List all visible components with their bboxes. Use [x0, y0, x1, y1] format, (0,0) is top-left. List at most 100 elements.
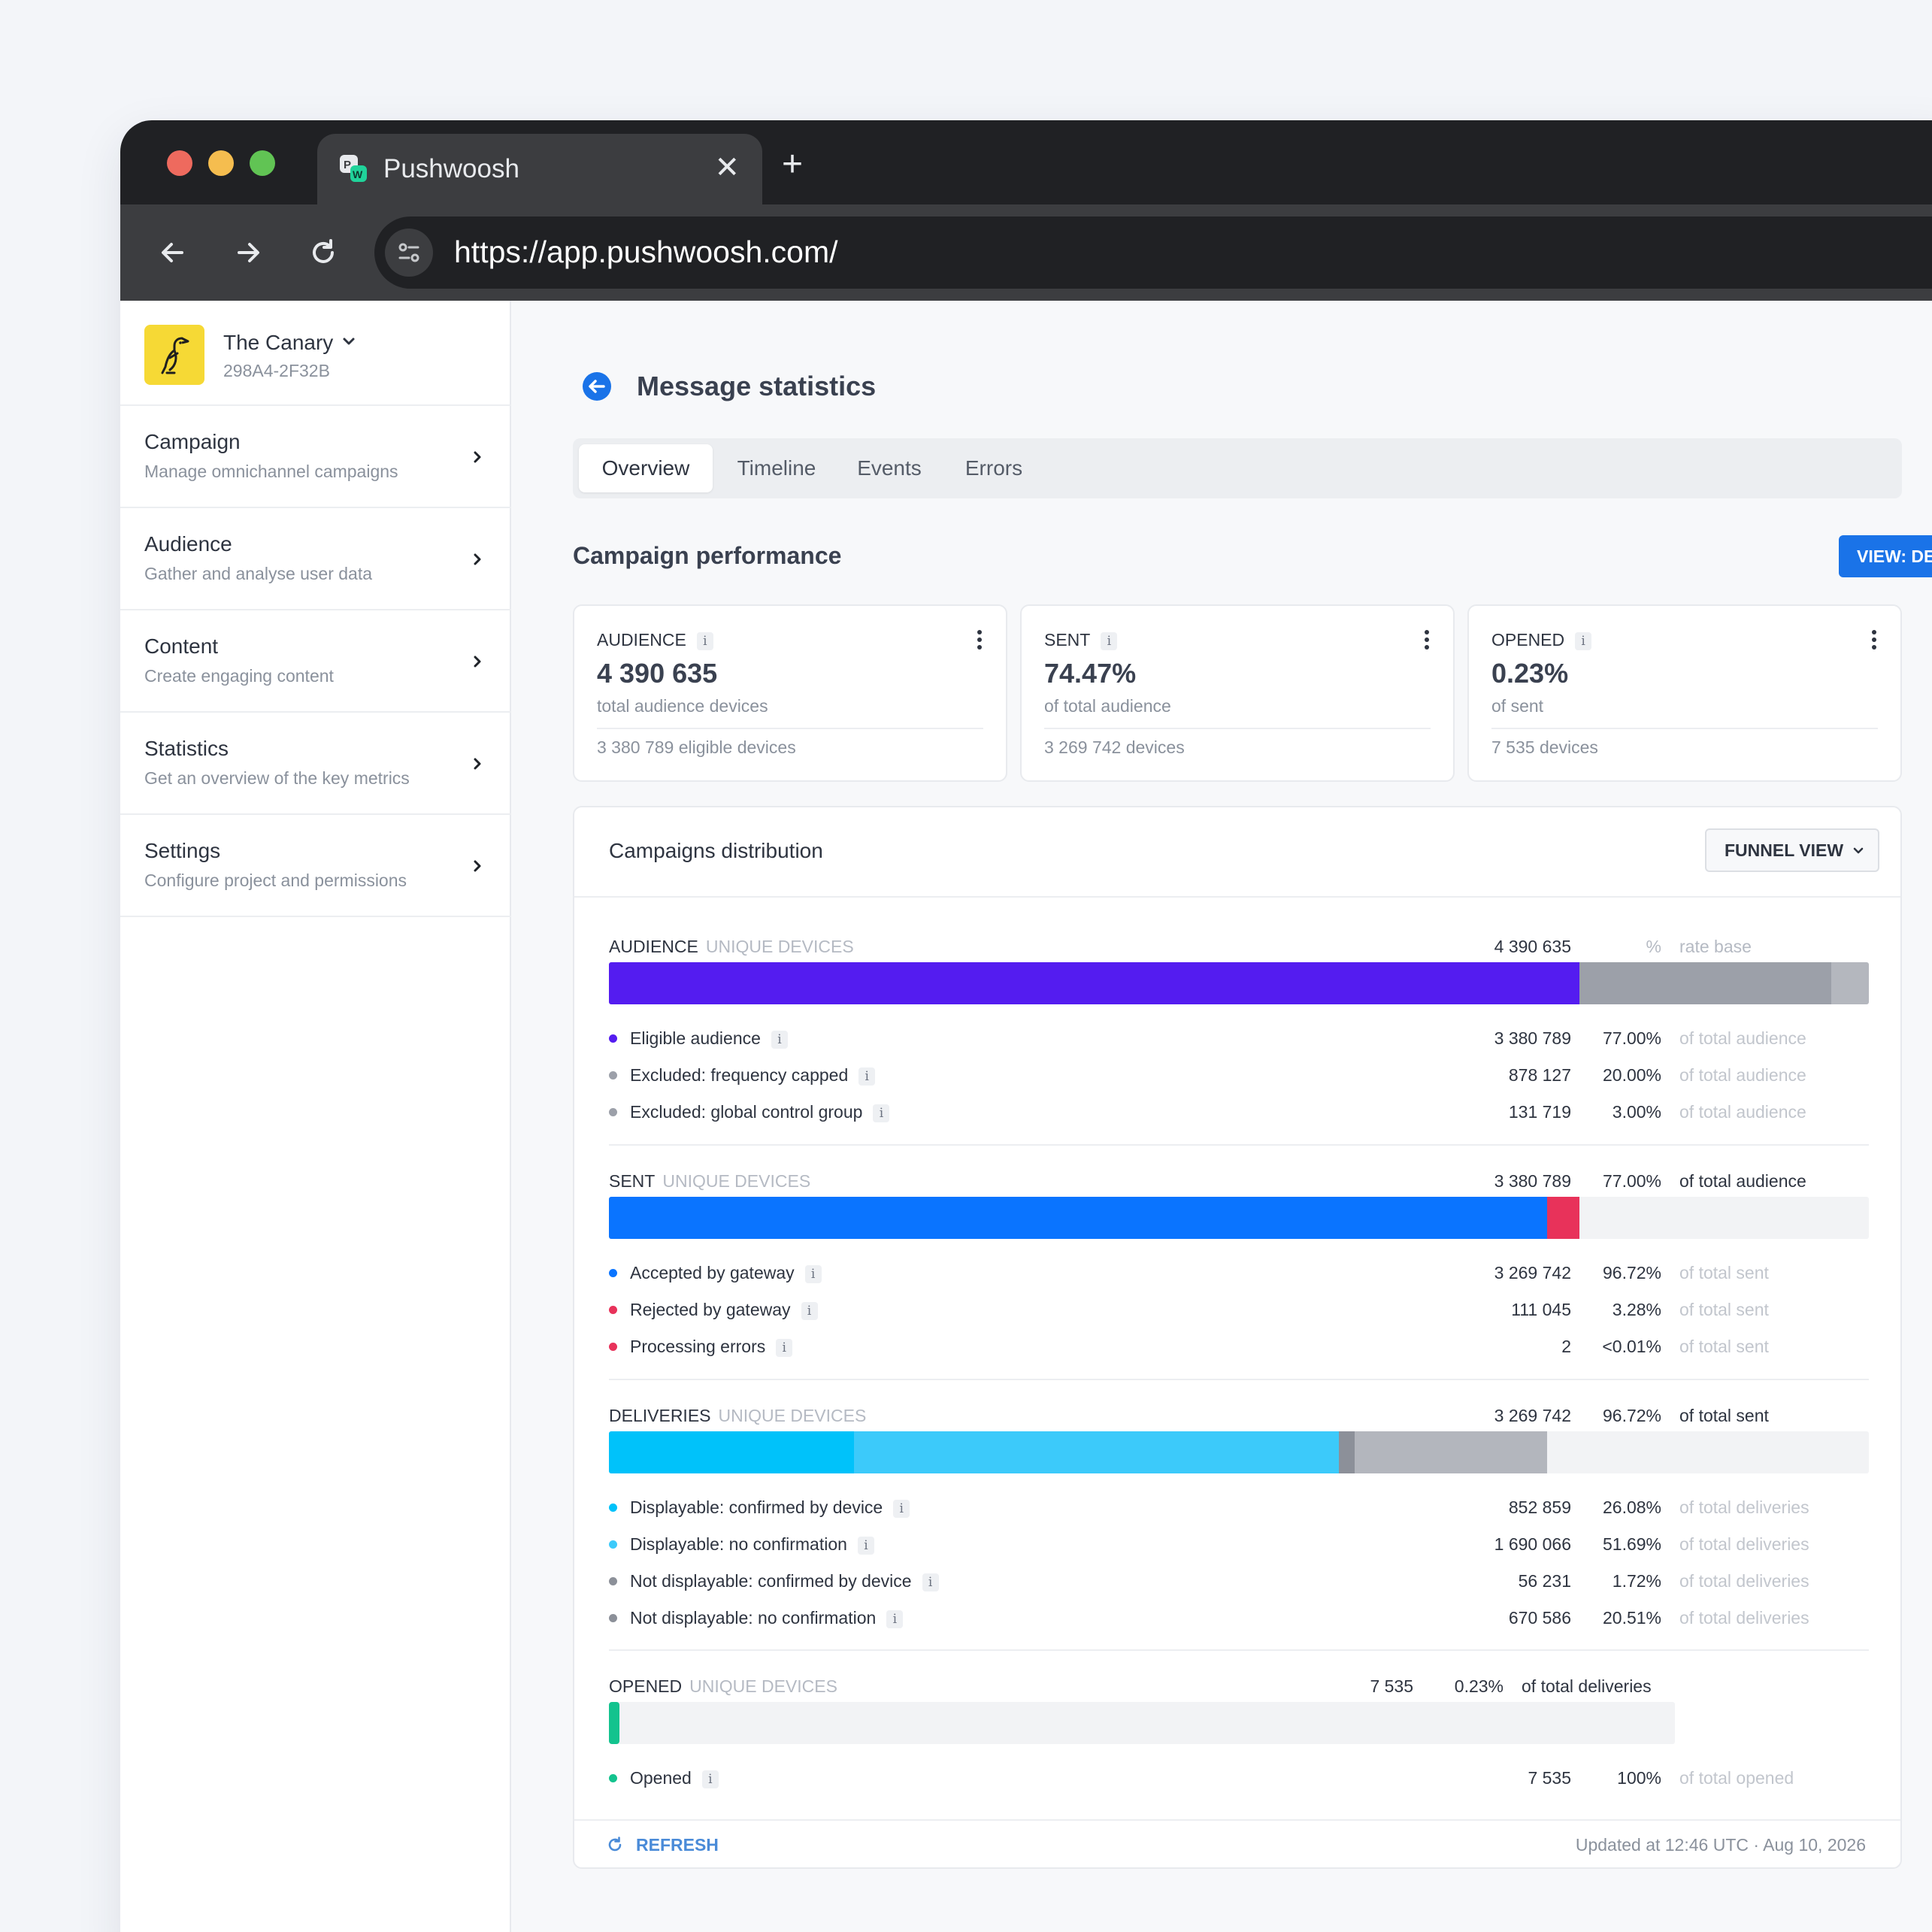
sidebar: The Canary 298A4-2F32B Campaign Manage o… — [120, 301, 511, 1932]
bar-segment-rejected — [1547, 1197, 1579, 1239]
new-tab-button[interactable]: + — [782, 146, 803, 183]
info-icon[interactable]: i — [804, 1264, 822, 1283]
more-vertical-icon[interactable] — [976, 628, 983, 651]
info-icon[interactable]: i — [1575, 631, 1592, 650]
legend-dot — [609, 1614, 617, 1622]
legend-value: 1 690 066 — [1494, 1534, 1571, 1554]
bar-segment-accepted — [609, 1197, 1548, 1239]
window-close-button[interactable] — [167, 150, 192, 176]
info-icon[interactable]: i — [701, 1770, 719, 1788]
legend-dot — [609, 1269, 617, 1277]
legend-label: Rejected by gateway i — [630, 1298, 818, 1321]
legend-label: Accepted by gateway i — [630, 1261, 822, 1284]
bar-segment-opened — [609, 1702, 619, 1744]
svg-text:W: W — [353, 168, 363, 180]
project-avatar — [144, 325, 204, 385]
info-icon[interactable]: i — [893, 1499, 910, 1518]
forward-arrow-icon[interactable] — [227, 232, 269, 274]
browser-window: P W Pushwoosh ✕ + https://app.pushwoosh.… — [120, 120, 1932, 1932]
info-icon[interactable]: i — [771, 1030, 788, 1049]
sidebar-item-settings[interactable]: Settings Configure project and permissio… — [120, 815, 511, 917]
refresh-icon[interactable] — [606, 1836, 624, 1854]
tab-overview[interactable]: Overview — [579, 444, 713, 492]
info-icon[interactable]: i — [801, 1301, 818, 1320]
more-vertical-icon[interactable] — [1423, 628, 1431, 651]
legend-row: Eligible audience i 3 380 789 77.00% of tota… — [609, 1027, 1869, 1049]
view-button-label: VIEW: DEVICES — [1857, 547, 1932, 566]
legend-row: Not displayable: confirmed by device i 56 … — [609, 1570, 1869, 1592]
legend-value: 3 269 742 — [1494, 1263, 1571, 1282]
audience-block-label: AUDIENCE UNIQUE DEVICES — [609, 935, 854, 958]
legend-value: 111 045 — [1511, 1300, 1571, 1319]
window-maximize-button[interactable] — [250, 150, 275, 176]
pushwoosh-logo-icon: P W — [340, 155, 367, 182]
window-minimize-button[interactable] — [208, 150, 234, 176]
legend-base: of total deliveries — [1679, 1497, 1809, 1517]
legend-percent: 20.51% — [1602, 1608, 1661, 1628]
legend-percent: 3.28% — [1612, 1300, 1661, 1319]
deliveries-bar — [609, 1431, 1869, 1473]
page-title: Message statistics — [637, 371, 877, 401]
sidebar-item-audience[interactable]: Audience Gather and analyse user data — [120, 508, 511, 610]
info-icon[interactable]: i — [922, 1573, 939, 1591]
metric-value: 74.47% — [1044, 658, 1137, 689]
audience-pct: % — [1646, 937, 1661, 956]
legend-base: of total sent — [1679, 1300, 1769, 1319]
chevron-right-icon — [474, 758, 481, 770]
legend-percent: 96.72% — [1602, 1263, 1661, 1282]
project-name: The Canary — [223, 331, 334, 354]
site-settings-icon — [398, 243, 419, 262]
refresh-button[interactable]: REFRESH — [636, 1834, 719, 1856]
chevron-down-icon — [1853, 847, 1864, 854]
legend-base: of total deliveries — [1679, 1571, 1809, 1591]
chevron-down-icon[interactable] — [340, 332, 358, 350]
sidebar-item-campaign[interactable]: Campaign Manage omnichannel campaigns — [120, 406, 511, 508]
block-unit: UNIQUE DEVICES — [662, 1171, 811, 1191]
site-settings-button[interactable] — [385, 229, 433, 277]
legend-percent: 3.00% — [1612, 1102, 1661, 1122]
browser-tab[interactable]: P W Pushwoosh ✕ — [317, 134, 762, 204]
legend-dot — [609, 1306, 617, 1314]
view-devices-button[interactable]: VIEW: DEVICES — [1839, 535, 1932, 577]
metric-card-opened: OPENED i 0.23% of sent 7 535 devices — [1467, 604, 1902, 782]
browser-toolbar: https://app.pushwoosh.com/ — [120, 204, 1932, 301]
bar-segment-notdisplayable-noconf — [1355, 1431, 1548, 1473]
info-icon[interactable]: i — [776, 1338, 793, 1357]
opened-of: of total deliveries — [1522, 1676, 1652, 1696]
metric-label-text: OPENED — [1491, 630, 1565, 650]
sent-bar — [609, 1197, 1869, 1239]
deliveries-block-label: DELIVERIES UNIQUE DEVICES — [609, 1404, 866, 1427]
back-arrow-circle-icon[interactable] — [583, 372, 611, 401]
metric-footnote: 3 380 789 eligible devices — [597, 737, 796, 757]
legend-value: 3 380 789 — [1494, 1028, 1571, 1048]
info-icon[interactable]: i — [886, 1609, 904, 1628]
project-switcher[interactable]: The Canary 298A4-2F32B — [120, 301, 511, 406]
address-bar[interactable]: https://app.pushwoosh.com/ — [374, 217, 1932, 289]
info-icon[interactable]: i — [858, 1067, 876, 1086]
sidebar-item-statistics[interactable]: Statistics Get an overview of the key me… — [120, 713, 511, 815]
legend-label: Not displayable: no confirmation i — [630, 1606, 904, 1629]
tab-errors[interactable]: Errors — [949, 444, 1039, 492]
legend-label: Displayable: confirmed by device i — [630, 1496, 910, 1519]
canary-bird-icon — [161, 337, 189, 374]
url-text[interactable]: https://app.pushwoosh.com/ — [454, 233, 838, 271]
block-title: AUDIENCE — [609, 937, 698, 956]
funnel-view-dropdown[interactable]: FUNNEL VIEW — [1705, 828, 1879, 872]
legend-base: of total sent — [1679, 1263, 1769, 1282]
sidebar-item-content[interactable]: Content Create engaging content — [120, 610, 511, 713]
opened-pct: 0.23% — [1454, 1676, 1504, 1696]
tab-events[interactable]: Events — [840, 444, 938, 492]
tab-timeline[interactable]: Timeline — [720, 444, 833, 492]
info-icon[interactable]: i — [696, 631, 713, 650]
tab-close-icon[interactable]: ✕ — [714, 149, 740, 186]
info-icon[interactable]: i — [873, 1104, 890, 1122]
more-vertical-icon[interactable] — [1870, 628, 1878, 651]
info-icon[interactable]: i — [857, 1536, 874, 1555]
back-arrow-icon[interactable] — [152, 232, 194, 274]
legend-row: Opened i 7 535 100% of total opened — [609, 1767, 1869, 1789]
card-header: Campaigns distribution FUNNEL VIEW — [574, 807, 1900, 898]
info-icon[interactable]: i — [1101, 631, 1118, 650]
bar-segment-displayable-noconf — [853, 1431, 1339, 1473]
reload-icon[interactable] — [302, 232, 344, 274]
legend-label: Not displayable: confirmed by device i — [630, 1570, 939, 1592]
